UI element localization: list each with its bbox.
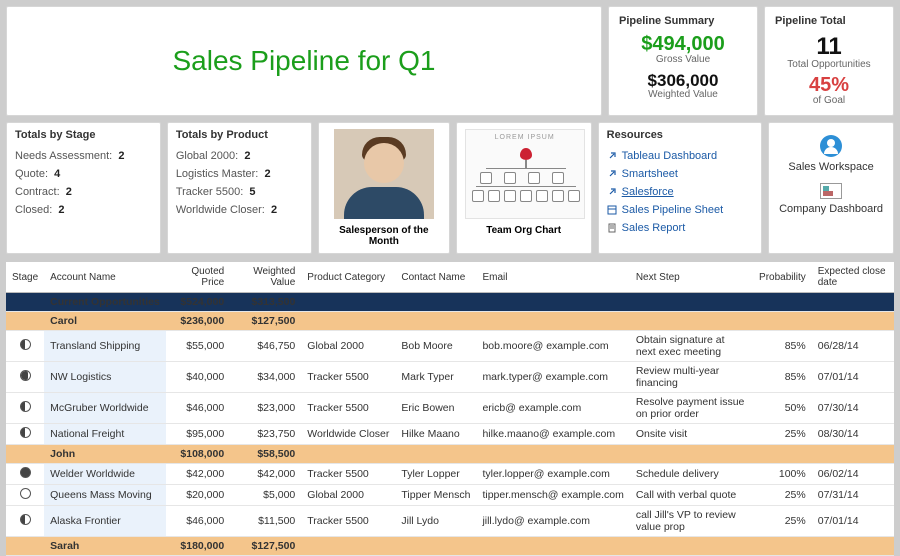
resource-link[interactable]: Smartsheet	[607, 165, 753, 183]
stage-icon	[20, 427, 31, 438]
stage-icon	[20, 514, 31, 525]
group-row[interactable]: John$108,000$58,500	[6, 445, 894, 464]
sheet-icon	[607, 205, 617, 215]
org-chart-image: LOREM IPSUM	[465, 129, 585, 219]
stage-total-item: Contract: 2	[15, 183, 152, 201]
weighted-value: $306,000	[613, 71, 753, 91]
product-total-item: Logistics Master: 2	[176, 165, 303, 183]
column-header[interactable]: Product Category	[301, 262, 395, 293]
table-row[interactable]: Welder Worldwide$42,000$42,000Tracker 55…	[6, 464, 894, 485]
column-header[interactable]: Quoted Price	[166, 262, 230, 293]
resource-link[interactable]: Salesforce	[607, 183, 753, 201]
table-row[interactable]: Transland Shipping$55,000$46,750Global 2…	[6, 331, 894, 362]
resource-link[interactable]: Tableau Dashboard	[607, 147, 753, 165]
totals-by-stage-panel: Totals by Stage Needs Assessment: 2Quote…	[6, 122, 161, 254]
column-header[interactable]: Next Step	[630, 262, 753, 293]
table-row[interactable]: National Freight$95,000$23,750Worldwide …	[6, 424, 894, 445]
column-header[interactable]: Email	[476, 262, 629, 293]
stage-icon	[20, 488, 31, 499]
pipeline-summary-card: Pipeline Summary $494,000 Gross Value $3…	[608, 6, 758, 116]
column-header[interactable]: Account Name	[44, 262, 166, 293]
link-icon	[607, 151, 617, 161]
stage-icon	[20, 401, 31, 412]
table-row[interactable]: NW Logistics$40,000$34,000Tracker 5500Ma…	[6, 362, 894, 393]
doc-icon	[607, 223, 617, 233]
table-row[interactable]: Alaska Frontier$46,000$11,500Tracker 550…	[6, 506, 894, 537]
weighted-value-label: Weighted Value	[613, 89, 753, 100]
salesperson-photo	[334, 129, 434, 219]
group-row[interactable]: Carol$236,000$127,500	[6, 312, 894, 331]
salesperson-caption: Salesperson of the Month	[327, 225, 441, 247]
pipeline-total-card: Pipeline Total 11 Total Opportunities 45…	[764, 6, 894, 116]
opportunities-table[interactable]: StageAccount NameQuoted PriceWeighted Va…	[6, 262, 894, 556]
stage-total-item: Needs Assessment: 2	[15, 147, 152, 165]
column-header[interactable]: Contact Name	[395, 262, 476, 293]
totals-by-stage-label: Totals by Stage	[15, 129, 152, 141]
person-icon	[520, 148, 532, 160]
salesperson-panel: Salesperson of the Month	[318, 122, 450, 254]
title-card: Sales Pipeline for Q1	[6, 6, 602, 116]
pipeline-summary-label: Pipeline Summary	[613, 13, 753, 33]
column-header[interactable]: Expected close date	[812, 262, 894, 293]
page-title: Sales Pipeline for Q1	[172, 45, 435, 77]
dashboard-icon	[820, 183, 842, 199]
product-total-item: Worldwide Closer: 2	[176, 201, 303, 219]
total-count-label: Total Opportunities	[769, 59, 889, 70]
goal-pct-label: of Goal	[769, 95, 889, 106]
table-row[interactable]: Queens Mass Moving$20,000$5,000Global 20…	[6, 485, 894, 506]
gross-value: $494,000	[613, 33, 753, 56]
product-total-item: Global 2000: 2	[176, 147, 303, 165]
company-dashboard-link[interactable]: Company Dashboard	[777, 203, 885, 215]
org-chart-panel[interactable]: LOREM IPSUM Team Org Chart	[456, 122, 592, 254]
group-row[interactable]: Sarah$180,000$127,500	[6, 537, 894, 556]
gross-value-label: Gross Value	[613, 54, 753, 65]
totals-by-product-panel: Totals by Product Global 2000: 2Logistic…	[167, 122, 312, 254]
stage-icon	[20, 370, 31, 381]
column-header[interactable]: Probability	[753, 262, 812, 293]
product-total-item: Tracker 5500: 5	[176, 183, 303, 201]
column-header[interactable]: Weighted Value	[230, 262, 301, 293]
resources-label: Resources	[607, 129, 753, 141]
workspace-links-panel: Sales Workspace Company Dashboard	[768, 122, 894, 254]
pipeline-total-label: Pipeline Total	[769, 13, 889, 33]
people-icon	[820, 135, 842, 157]
sales-workspace-link[interactable]: Sales Workspace	[777, 161, 885, 173]
totals-by-product-label: Totals by Product	[176, 129, 303, 141]
org-chart-caption: Team Org Chart	[465, 225, 583, 236]
goal-pct: 45%	[769, 74, 889, 97]
stage-icon	[20, 467, 31, 478]
resource-link[interactable]: Sales Report	[607, 219, 753, 237]
total-count: 11	[769, 33, 889, 61]
link-icon	[607, 187, 617, 197]
table-row[interactable]: McGruber Worldwide$46,000$23,000Tracker …	[6, 393, 894, 424]
link-icon	[607, 169, 617, 179]
column-header[interactable]: Stage	[6, 262, 44, 293]
summary-row: Current Opportunities$524,000$313,500	[6, 293, 894, 312]
resource-link[interactable]: Sales Pipeline Sheet	[607, 201, 753, 219]
stage-total-item: Closed: 2	[15, 201, 152, 219]
resources-panel: Resources Tableau DashboardSmartsheetSal…	[598, 122, 762, 254]
stage-icon	[20, 339, 31, 350]
stage-total-item: Quote: 4	[15, 165, 152, 183]
